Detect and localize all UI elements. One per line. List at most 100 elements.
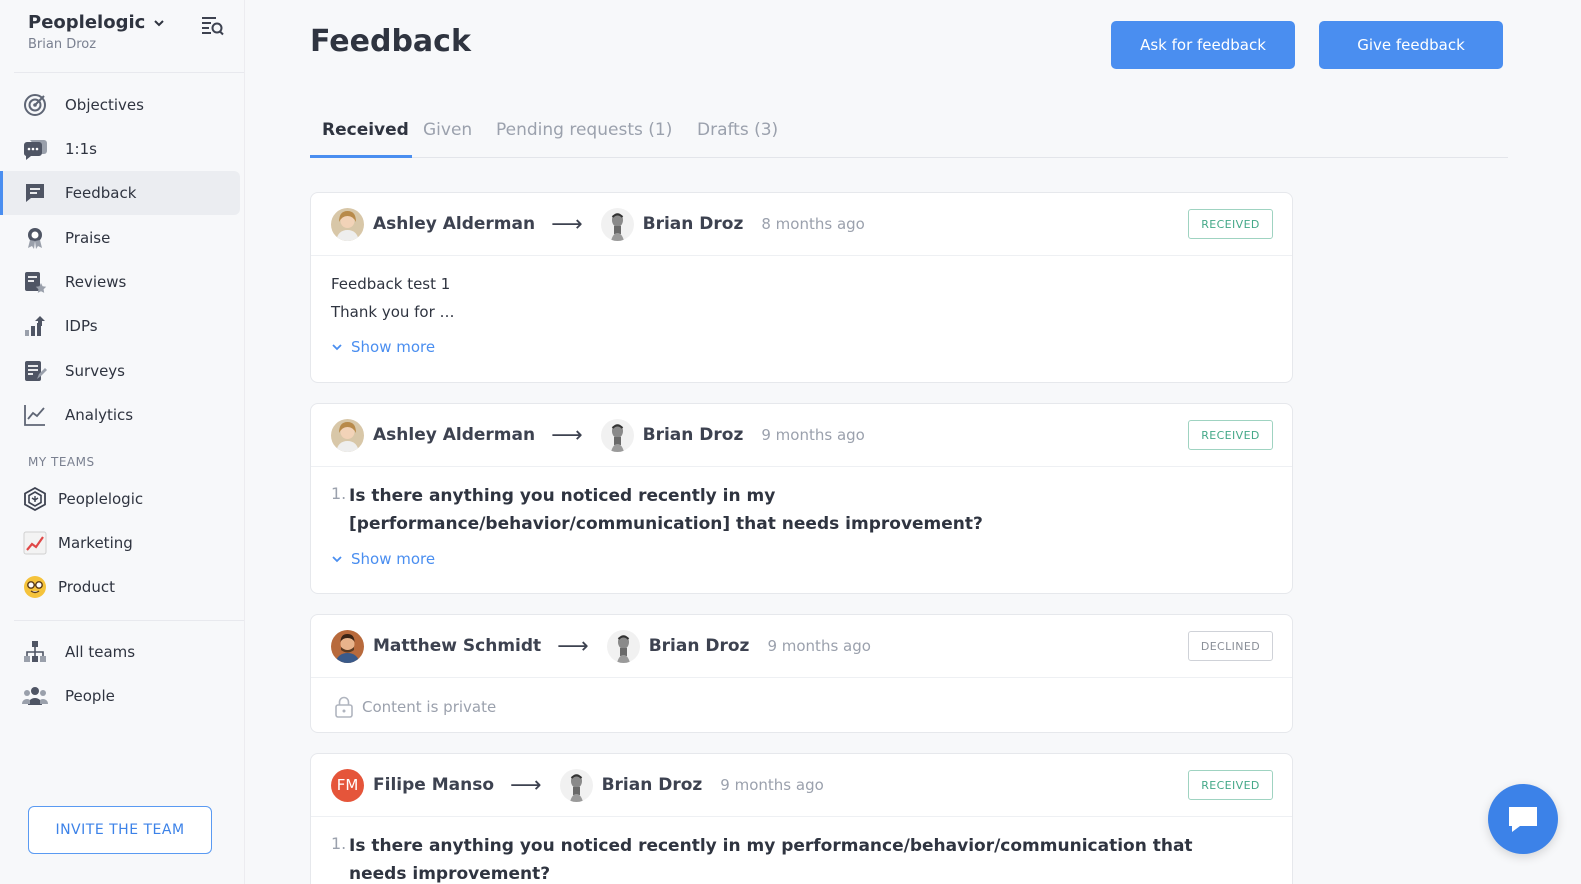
sender-avatar (331, 418, 364, 452)
recipient-name: Brian Droz (642, 425, 744, 445)
recipient-avatar (600, 418, 634, 452)
status-badge: DECLINED (1188, 631, 1273, 661)
feedback-line: Feedback test 1 (331, 275, 451, 293)
arrow-right-icon: ⟶ (510, 772, 542, 798)
sender-avatar (331, 207, 364, 241)
feedback-tabs: Received Given Pending requests (1) Draf… (310, 112, 1508, 158)
sidebar-item-reviews[interactable]: Reviews (0, 260, 240, 304)
recipient-name: Brian Droz (601, 775, 703, 795)
sidebar-item-label: IDPs (65, 317, 98, 335)
private-content-text: Content is private (362, 698, 497, 716)
lock-icon (335, 696, 353, 718)
sidebar-item-1-1s[interactable]: 1:1s (0, 127, 240, 171)
sidebar-team-peoplelogic[interactable]: Peoplelogic (0, 477, 240, 521)
sidebar-item-label: Feedback (65, 184, 137, 202)
feedback-card[interactable]: Ashley Alderman ⟶ Brian Droz 8 months ag… (310, 192, 1293, 383)
chevron-down-icon (332, 344, 342, 351)
arrow-right-icon: ⟶ (551, 211, 583, 237)
timestamp: 9 months ago (720, 776, 824, 794)
people-icon (22, 683, 48, 709)
give-feedback-button[interactable]: Give feedback (1319, 21, 1503, 69)
show-more-link[interactable]: Show more (331, 338, 1272, 356)
my-teams-heading: MY TEAMS (28, 455, 95, 469)
sidebar-team-product[interactable]: Product (0, 565, 240, 609)
tab-pending-requests[interactable]: Pending requests (1) (496, 120, 672, 140)
sidebar-item-label: Peoplelogic (58, 490, 144, 508)
org-chart-icon (22, 639, 48, 665)
arrow-right-icon: ⟶ (551, 422, 583, 448)
sidebar-item-label: Surveys (65, 362, 125, 380)
timestamp: 8 months ago (761, 215, 865, 233)
sender-name: Ashley Alderman (373, 425, 536, 445)
menu-search-icon[interactable] (200, 14, 224, 36)
tab-given[interactable]: Given (423, 120, 472, 140)
sidebar-item-label: People (65, 687, 115, 705)
growth-chart-icon (22, 313, 48, 339)
sidebar-item-feedback[interactable]: Feedback (0, 171, 240, 215)
review-icon (22, 269, 48, 295)
status-badge: RECEIVED (1188, 770, 1273, 800)
survey-icon (22, 358, 48, 384)
sidebar-item-analytics[interactable]: Analytics (0, 393, 240, 437)
recipient-avatar (559, 768, 593, 802)
question-text: Is there anything you noticed recently i… (349, 836, 1193, 884)
feedback-card[interactable]: FM Filipe Manso ⟶ Brian Droz 9 months ag… (310, 753, 1293, 884)
feedback-card[interactable]: Ashley Alderman ⟶ Brian Droz 9 months ag… (310, 403, 1293, 594)
feedback-card[interactable]: Matthew Schmidt ⟶ Brian Droz 9 months ag… (310, 614, 1293, 733)
tab-received[interactable]: Received (322, 120, 409, 140)
sender-name: Filipe Manso (373, 775, 495, 795)
workspace-switcher[interactable]: Peoplelogic Brian Droz (28, 12, 165, 52)
show-more-link[interactable]: Show more (331, 550, 1272, 568)
sidebar-item-surveys[interactable]: Surveys (0, 349, 240, 393)
question-text: Is there anything you noticed recently i… (349, 486, 983, 534)
sidebar-item-all-teams[interactable]: All teams (0, 630, 240, 674)
sender-avatar (331, 629, 364, 663)
sidebar-item-label: Praise (65, 229, 111, 247)
sender-avatar-initials: FM (331, 768, 364, 802)
recipient-avatar (600, 207, 634, 241)
show-more-label: Show more (351, 338, 436, 356)
sender-name: Ashley Alderman (373, 214, 536, 234)
status-badge: RECEIVED (1188, 209, 1273, 239)
recipient-name: Brian Droz (642, 214, 744, 234)
sidebar-item-label: Analytics (65, 406, 134, 424)
chat-bubble-icon (1509, 807, 1537, 832)
sidebar-item-label: 1:1s (65, 140, 97, 158)
question-number: 1. (331, 484, 347, 503)
sidebar-item-label: Marketing (58, 534, 133, 552)
peoplelogic-logo-icon (22, 486, 48, 512)
chevron-down-icon (332, 556, 342, 563)
chat-icon (22, 136, 48, 162)
sidebar-item-people[interactable]: People (0, 674, 240, 718)
line-chart-icon (22, 402, 48, 428)
sidebar-item-objectives[interactable]: Objectives (0, 83, 240, 127)
ask-for-feedback-button[interactable]: Ask for feedback (1111, 21, 1295, 69)
award-icon (22, 225, 48, 251)
sidebar-item-label: Reviews (65, 273, 127, 291)
sender-name: Matthew Schmidt (373, 636, 542, 656)
sidebar-item-idps[interactable]: IDPs (0, 304, 240, 348)
chart-emoji-icon (22, 530, 48, 556)
invite-team-button[interactable]: INVITE THE TEAM (28, 806, 212, 854)
sidebar-item-label: Product (58, 578, 115, 596)
status-badge: RECEIVED (1188, 420, 1273, 450)
recipient-avatar (606, 629, 640, 663)
show-more-label: Show more (351, 550, 436, 568)
nerd-face-emoji-icon (22, 574, 48, 600)
tab-drafts[interactable]: Drafts (3) (697, 120, 778, 140)
sidebar-team-marketing[interactable]: Marketing (0, 521, 240, 565)
question-number: 1. (331, 834, 347, 853)
feedback-line: Thank you for … (331, 303, 455, 321)
sidebar-item-praise[interactable]: Praise (0, 216, 240, 260)
page-title: Feedback (310, 24, 471, 59)
chat-widget-button[interactable] (1488, 784, 1558, 854)
arrow-right-icon: ⟶ (557, 633, 589, 659)
current-user-name: Brian Droz (28, 37, 97, 52)
active-tab-indicator (310, 155, 412, 158)
sidebar-item-label: Objectives (65, 96, 144, 114)
timestamp: 9 months ago (767, 637, 871, 655)
feedback-icon (22, 180, 48, 206)
workspace-name: Peoplelogic (28, 12, 146, 33)
target-icon (22, 92, 48, 118)
chevron-down-icon (154, 19, 165, 26)
